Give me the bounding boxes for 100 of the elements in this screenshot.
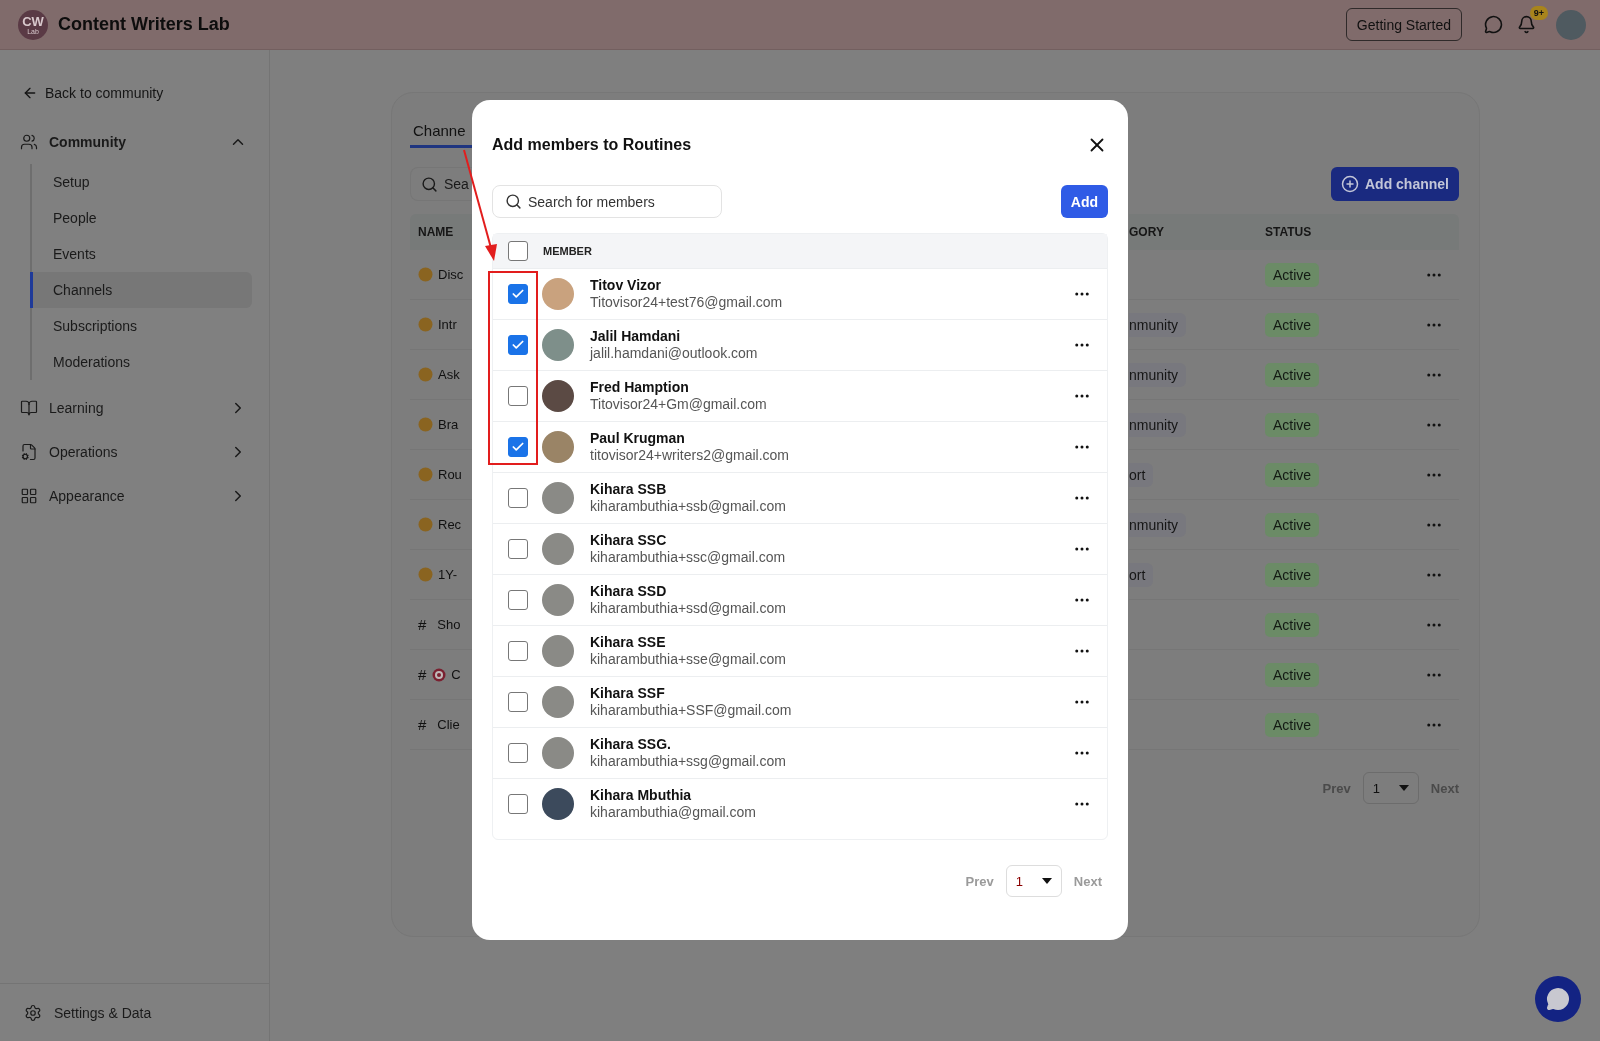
check-icon <box>511 338 525 352</box>
member-email: Titovisor24+Gm@gmail.com <box>590 396 768 413</box>
settings-link[interactable]: Settings & Data <box>0 983 269 1041</box>
member-checkbox[interactable] <box>508 539 528 559</box>
caret-icon <box>1398 785 1409 791</box>
sidebar-item[interactable]: Subscriptions <box>30 308 252 344</box>
category-tag: ort <box>1129 562 1154 587</box>
member-email: kiharambuthia+ssd@gmail.com <box>590 600 787 617</box>
emoji-icon <box>418 467 433 482</box>
member-checkbox[interactable] <box>508 794 528 814</box>
chat-button[interactable] <box>1535 976 1581 1022</box>
target-icon <box>432 667 447 682</box>
table-header: NAME <box>410 214 473 250</box>
sidebar-item[interactable]: People <box>30 200 252 236</box>
member-name: Jalil Hamdani <box>590 328 682 345</box>
avatar <box>542 584 574 616</box>
gear-icon <box>24 1003 42 1022</box>
member-checkbox[interactable] <box>508 437 528 457</box>
caret-icon <box>1041 878 1052 884</box>
status-badge: Active <box>1265 712 1320 737</box>
table-header: GORY STATUS <box>1129 214 1459 250</box>
add-channel-button[interactable]: Add channel <box>1331 167 1459 201</box>
channel-name: Rou <box>438 467 462 482</box>
hash-symbol: # <box>418 666 427 683</box>
member-name: Kihara SSB <box>590 481 668 498</box>
select-all-checkbox[interactable] <box>508 241 528 261</box>
page-select[interactable]: 1 <box>1005 865 1062 897</box>
getting-started-button[interactable]: Getting Started <box>1345 8 1462 41</box>
avatar <box>542 380 574 412</box>
sidebar-section[interactable]: Learning <box>0 386 269 430</box>
channel-name: Disc <box>438 267 464 282</box>
member-email: kiharambuthia@gmail.com <box>590 804 757 821</box>
status-badge: Active <box>1265 612 1320 637</box>
category-tag: nmunity <box>1129 362 1187 387</box>
emoji-icon <box>418 367 433 382</box>
channel-name: 1Y- <box>438 567 458 582</box>
check-icon <box>511 440 525 454</box>
sidebar-section[interactable]: Operations <box>0 430 269 474</box>
emoji-icon <box>418 317 433 332</box>
chat-icon[interactable] <box>1484 15 1503 34</box>
next-link[interactable]: Next <box>1073 873 1102 889</box>
category-tag: nmunity <box>1129 312 1187 337</box>
channel-name: Clie <box>437 717 460 732</box>
sidebar-section[interactable]: Community <box>0 120 269 164</box>
plus-circle-icon <box>1341 175 1359 193</box>
member-checkbox[interactable] <box>508 488 528 508</box>
member-email: kiharambuthia+ssg@gmail.com <box>590 753 787 770</box>
bell-icon[interactable] <box>1517 15 1536 34</box>
member-checkbox[interactable] <box>508 335 528 355</box>
section-icon <box>20 487 38 505</box>
sidebar-section[interactable]: Appearance <box>0 474 269 518</box>
member-checkbox[interactable] <box>508 641 528 661</box>
status-badge: Active <box>1265 362 1320 387</box>
avatar <box>542 329 574 361</box>
channel-name: Intr <box>438 317 457 332</box>
member-name: Kihara SSE <box>590 634 667 651</box>
status-badge: Active <box>1265 312 1320 337</box>
check-icon <box>511 287 525 301</box>
section-icon <box>20 443 38 461</box>
column-header: MEMBER <box>543 245 592 257</box>
avatar <box>542 278 574 310</box>
sidebar-item[interactable]: Channels <box>30 272 252 308</box>
sidebar-item[interactable]: Setup <box>30 164 252 200</box>
member-name: Kihara SSG. <box>590 736 672 753</box>
member-checkbox[interactable] <box>508 386 528 406</box>
member-email: kiharambuthia+ssb@gmail.com <box>590 498 787 515</box>
search-icon <box>421 175 438 193</box>
search-icon <box>505 193 522 210</box>
member-email: kiharambuthia+ssc@gmail.com <box>590 549 787 566</box>
member-checkbox[interactable] <box>508 692 528 712</box>
member-email: titovisor24+writers2@gmail.com <box>590 447 790 464</box>
avatar <box>542 788 574 820</box>
avatar <box>542 482 574 514</box>
status-badge: Active <box>1265 462 1320 487</box>
member-checkbox[interactable] <box>508 590 528 610</box>
section-icon <box>20 133 38 151</box>
category-tag: ort <box>1129 462 1154 487</box>
sidebar-item[interactable]: Events <box>30 236 252 272</box>
hash-symbol: # <box>418 716 427 733</box>
back-link[interactable]: Back to community <box>22 80 269 106</box>
member-checkbox[interactable] <box>508 743 528 763</box>
add-button[interactable]: Add <box>1060 185 1108 218</box>
page-select[interactable]: 1 <box>1362 772 1419 804</box>
emoji-icon <box>418 267 433 282</box>
avatar <box>542 737 574 769</box>
member-name: Kihara SSF <box>590 685 666 702</box>
avatar <box>542 686 574 718</box>
member-checkbox[interactable] <box>508 284 528 304</box>
member-email: kiharambuthia+SSF@gmail.com <box>590 702 793 719</box>
chat-bubble-icon <box>1546 987 1570 1011</box>
dialog-title: Add members to Routines <box>492 136 692 154</box>
status-badge: Active <box>1265 662 1320 687</box>
sidebar-item[interactable]: Moderations <box>30 344 252 380</box>
hash-symbol: # <box>418 616 427 633</box>
status-badge: Active <box>1265 562 1320 587</box>
prev-link[interactable]: Prev <box>965 873 994 889</box>
search-field[interactable]: Search for members <box>492 185 722 218</box>
member-name: Kihara SSC <box>590 532 668 549</box>
member-email: kiharambuthia+sse@gmail.com <box>590 651 787 668</box>
channel-name: Ask <box>438 367 460 382</box>
